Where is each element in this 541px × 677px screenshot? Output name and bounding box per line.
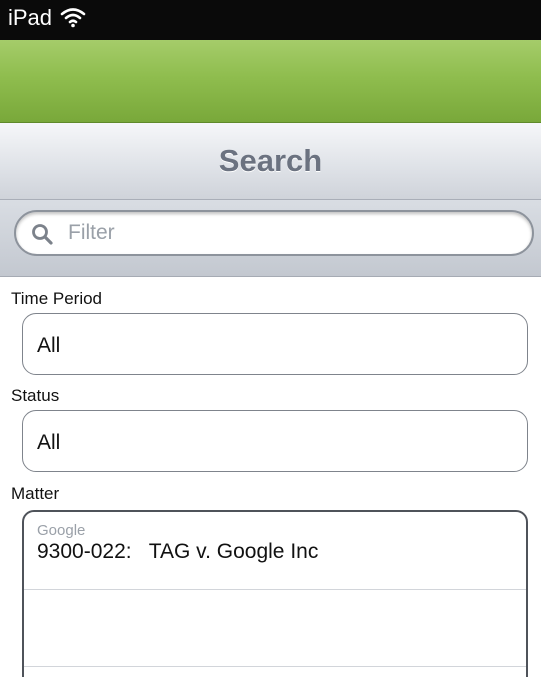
matter-item-label: 9300-022: TAG v. Google Inc [37,540,319,563]
status-label: Status [11,386,60,405]
status-bar: iPad [0,0,541,40]
filter-input[interactable]: Filter [14,210,534,256]
filter-bar: Filter [0,200,541,277]
matter-list[interactable]: Google 9300-022: TAG v. Google Inc [22,510,528,677]
time-period-label: Time Period [11,289,103,308]
matter-list-item[interactable] [24,590,526,667]
page-title: Search [218,143,323,178]
carrier-label: iPad [8,5,53,30]
time-period-select[interactable]: All [22,313,528,375]
time-period-value: All [37,334,61,357]
wifi-icon [60,8,86,28]
filter-placeholder: Filter [68,221,115,244]
search-screen: iPad Search Filter Time Period All Statu… [0,0,541,677]
status-value: All [37,431,61,454]
status-select[interactable]: All [22,410,528,472]
navigation-bar: Search [0,123,541,200]
matter-label: Matter [11,484,60,503]
matter-list-item[interactable]: 9300-022: TAG v. Google Inc [24,512,526,590]
app-toolbar [0,40,541,123]
search-icon [32,224,53,245]
